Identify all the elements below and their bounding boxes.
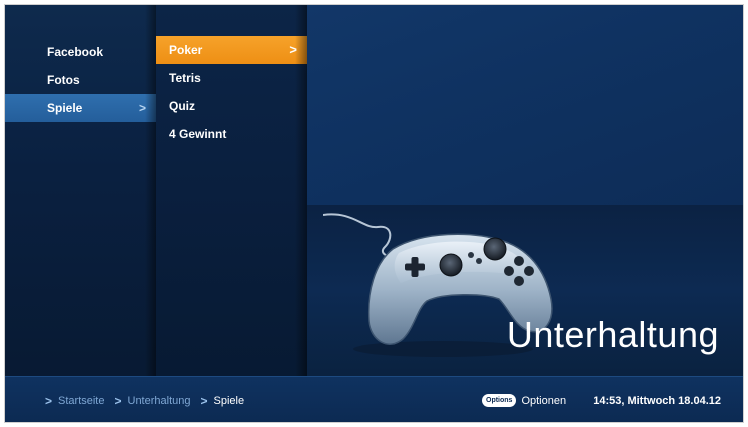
breadcrumb-current: Spiele <box>213 395 245 407</box>
breadcrumb-item[interactable]: Startseite <box>58 377 104 422</box>
submenu-item-tetris[interactable]: Tetris <box>156 64 307 92</box>
clock: 14:53, Mittwoch 18.04.12 <box>593 395 721 407</box>
chevron-right-icon: > <box>45 394 53 408</box>
submenu-item-label: Poker <box>169 43 203 57</box>
chevron-right-icon: > <box>200 394 208 408</box>
options-label: Optionen <box>521 394 567 407</box>
breadcrumb-item[interactable]: Unterhaltung <box>128 377 191 422</box>
column-divider <box>295 5 307 376</box>
submenu-item-quiz[interactable]: Quiz <box>156 92 307 120</box>
menu-item-spiele[interactable]: Spiele > <box>5 94 156 122</box>
options-key-badge: Options <box>482 394 517 407</box>
menu-item-label: Spiele <box>47 101 83 115</box>
tv-menu-screen: Facebook Fotos Spiele > Poker > Tetris Q… <box>4 4 744 423</box>
submenu-item-poker[interactable]: Poker > <box>156 36 307 64</box>
column-divider <box>145 5 156 376</box>
chevron-right-icon: > <box>114 394 122 408</box>
menu-item-fotos[interactable]: Fotos <box>5 66 156 94</box>
preview-background <box>307 5 743 205</box>
submenu-item-label: 4 Gewinnt <box>169 127 227 141</box>
category-title: Unterhaltung <box>506 314 719 355</box>
menu-item-label: Fotos <box>47 73 80 87</box>
submenu-item-label: Tetris <box>169 71 201 85</box>
menu-item-label: Facebook <box>47 45 104 59</box>
submenu-item-4-gewinnt[interactable]: 4 Gewinnt <box>156 120 307 148</box>
menu-item-facebook[interactable]: Facebook <box>5 38 156 66</box>
breadcrumb: > Startseite > Unterhaltung > Spiele <box>45 377 254 422</box>
status-bar: > Startseite > Unterhaltung > Spiele Opt… <box>5 376 743 422</box>
options-button[interactable]: Options Optionen <box>482 394 566 407</box>
submenu-item-label: Quiz <box>169 99 195 113</box>
